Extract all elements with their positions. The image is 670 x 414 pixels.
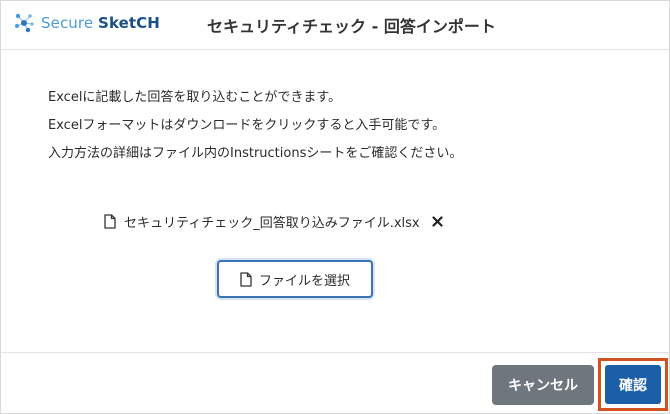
- select-file-button[interactable]: ファイルを選択: [217, 260, 373, 298]
- file-name: セキュリティチェック_回答取り込みファイル.xlsx: [124, 216, 420, 231]
- network-logo-icon: [15, 13, 34, 33]
- logo-text: Secure SketCH: [41, 14, 160, 32]
- confirm-button[interactable]: 確認: [605, 365, 661, 404]
- dialog-body: Excelに記載した回答を取り込むことができます。 Excelフォーマットはダウ…: [1, 50, 669, 352]
- instruction-line: Excelフォーマットはダウンロードをクリックすると入手可能です。: [48, 118, 446, 133]
- confirm-highlight: 確認: [598, 358, 668, 411]
- dialog-title: セキュリティチェック - 回答インポート: [207, 17, 496, 36]
- app-logo: Secure SketCH: [13, 9, 160, 37]
- select-file-label: ファイルを選択: [258, 273, 350, 289]
- close-icon[interactable]: [432, 216, 443, 227]
- import-dialog: Secure SketCH セキュリティチェック - 回答インポート Excel…: [0, 0, 670, 414]
- dialog-header: Secure SketCH セキュリティチェック - 回答インポート: [1, 1, 669, 50]
- selected-file: セキュリティチェック_回答取り込みファイル.xlsx: [104, 212, 443, 231]
- logo-sketch: SketCH: [98, 14, 160, 32]
- file-icon: [104, 214, 116, 229]
- instructions-text: Excelに記載した回答を取り込むことができます。 Excelフォーマットはダウ…: [48, 84, 462, 168]
- logo-secure: Secure: [41, 14, 94, 32]
- instruction-line: Excelに記載した回答を取り込むことができます。: [48, 90, 342, 105]
- file-icon: [240, 271, 252, 287]
- instruction-line: 入力方法の詳細はファイル内のInstructionsシートをご確認ください。: [48, 146, 463, 161]
- cancel-button[interactable]: キャンセル: [492, 365, 594, 405]
- dialog-footer: キャンセル 確認: [1, 352, 669, 414]
